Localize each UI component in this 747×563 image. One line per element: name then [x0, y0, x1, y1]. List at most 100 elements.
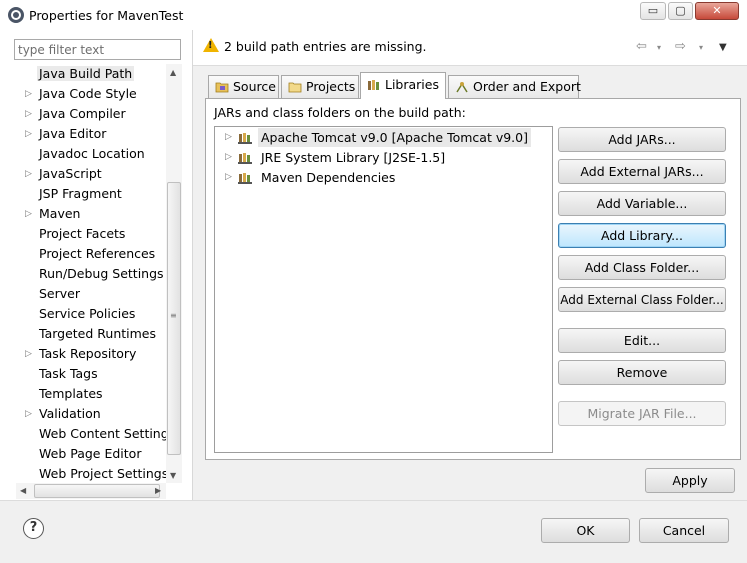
sidebar-item-label: Project References — [39, 246, 156, 261]
sidebar-item-label: Web Content Settings — [39, 426, 166, 441]
sidebar-item[interactable]: Run/Debug Settings — [16, 264, 166, 284]
sidebar-item-label: Javadoc Location — [39, 146, 145, 161]
add-variable-button[interactable]: Add Variable... — [558, 191, 726, 216]
add-jars-button[interactable]: Add JARs... — [558, 127, 726, 152]
grip-icon: ≡ — [170, 311, 177, 320]
close-button[interactable]: ✕ — [695, 2, 739, 20]
sidebar-item[interactable]: Server — [16, 284, 166, 304]
library-entry-tomcat[interactable]: ▷ Apache Tomcat v9.0 [Apache Tomcat v9.0… — [215, 128, 552, 147]
expand-arrow-icon[interactable]: ▷ — [25, 344, 32, 364]
sidebar-item[interactable]: Java Build Path — [16, 64, 166, 84]
expand-arrow-icon[interactable]: ▷ — [225, 148, 232, 167]
expand-arrow-icon[interactable]: ▷ — [25, 204, 32, 224]
expand-arrow-icon[interactable]: ▷ — [25, 164, 32, 184]
expand-arrow-icon[interactable]: ▷ — [225, 128, 232, 147]
ok-button[interactable]: OK — [541, 518, 630, 543]
preference-tree: Java Build Path ▷ Java Code Style ▷ Java Com… — [16, 64, 166, 483]
add-external-class-folder-button[interactable]: Add External Class Folder... — [558, 287, 726, 312]
sidebar-item-label: Maven — [39, 206, 81, 221]
sidebar-item-label: Service Policies — [39, 306, 136, 321]
edit-button[interactable]: Edit... — [558, 328, 726, 353]
library-entry-jre[interactable]: ▷ JRE System Library [J2SE-1.5] — [215, 148, 552, 167]
sidebar-item[interactable]: Project Facets — [16, 224, 166, 244]
expand-arrow-icon[interactable]: ▷ — [25, 404, 32, 424]
cancel-button[interactable]: Cancel — [639, 518, 729, 543]
sidebar-item-label: Validation — [39, 406, 101, 421]
forward-menu-chevron-icon[interactable]: ▾ — [699, 43, 703, 52]
sidebar-item[interactable]: Targeted Runtimes — [16, 324, 166, 344]
window-title: Properties for MavenTest — [29, 8, 184, 23]
sidebar-item[interactable]: JSP Fragment — [16, 184, 166, 204]
add-library-button[interactable]: Add Library... — [558, 223, 726, 248]
library-entry-label: Maven Dependencies — [261, 170, 396, 185]
sidebar-item[interactable]: Web Project Settings — [16, 464, 166, 483]
minimize-button[interactable]: ▭ — [640, 2, 666, 20]
sidebar: Java Build Path ▷ Java Code Style ▷ Java Com… — [0, 30, 192, 500]
dialog-button-bar: ? OK Cancel — [0, 500, 747, 563]
sidebar-item-label: JavaScript — [39, 166, 102, 181]
order-export-icon — [456, 82, 468, 93]
sidebar-item-label: Web Page Editor — [39, 446, 142, 461]
tab-projects[interactable]: Projects — [281, 75, 359, 98]
add-external-jars-button[interactable]: Add External JARs... — [558, 159, 726, 184]
remove-button[interactable]: Remove — [558, 360, 726, 385]
sidebar-item-label: Web Project Settings — [39, 466, 166, 481]
sidebar-item-label: Run/Debug Settings — [39, 266, 164, 281]
libraries-panel: JARs and class folders on the build path… — [205, 98, 741, 460]
library-icon — [238, 133, 252, 144]
sidebar-item[interactable]: ▷ Java Code Style — [16, 84, 166, 104]
maximize-button[interactable]: ▢ — [668, 2, 693, 20]
view-menu-icon[interactable]: ▼ — [719, 42, 727, 53]
library-icon — [368, 80, 379, 90]
title-bar: Properties for MavenTest ▭ ▢ ✕ — [0, 0, 747, 30]
library-tree[interactable]: ▷ Apache Tomcat v9.0 [Apache Tomcat v9.0… — [214, 126, 553, 453]
expand-arrow-icon[interactable]: ▷ — [25, 104, 32, 124]
tab-order-and-export[interactable]: Order and Export — [448, 75, 581, 98]
scroll-right-arrow-icon[interactable]: ▶ — [155, 486, 161, 495]
sidebar-item-label: Java Compiler — [39, 106, 126, 121]
back-menu-chevron-icon[interactable]: ▾ — [657, 43, 661, 52]
library-entry-maven[interactable]: ▷ Maven Dependencies — [215, 168, 552, 187]
expand-arrow-icon[interactable]: ▷ — [25, 124, 32, 144]
filter-input[interactable] — [14, 39, 181, 60]
sidebar-horizontal-scrollbar[interactable]: ◀ ▶ — [16, 483, 166, 499]
library-icon — [238, 153, 252, 164]
scroll-down-arrow-icon[interactable]: ▼ — [170, 471, 176, 480]
sidebar-item[interactable]: ▷ Java Editor — [16, 124, 166, 144]
sidebar-item-label: Task Tags — [39, 366, 98, 381]
sidebar-item[interactable]: ▷ Java Compiler — [16, 104, 166, 124]
message-bar: ! 2 build path entries are missing. ⇦ ▾ … — [193, 30, 747, 66]
sidebar-item[interactable]: Web Content Settings — [16, 424, 166, 444]
scroll-up-arrow-icon[interactable]: ▲ — [170, 68, 176, 77]
sidebar-item[interactable]: Service Policies — [16, 304, 166, 324]
sidebar-item[interactable]: ▷ Validation — [16, 404, 166, 424]
sidebar-item-label: Java Editor — [39, 126, 107, 141]
sidebar-item[interactable]: ▷ Maven — [16, 204, 166, 224]
horizontal-scroll-thumb[interactable] — [34, 484, 160, 498]
sidebar-item[interactable]: Templates — [16, 384, 166, 404]
migrate-jar-button[interactable]: Migrate JAR File... — [558, 401, 726, 426]
scroll-left-arrow-icon[interactable]: ◀ — [20, 486, 26, 495]
expand-arrow-icon[interactable]: ▷ — [25, 84, 32, 104]
source-folder-icon — [215, 82, 229, 93]
sidebar-item[interactable]: Web Page Editor — [16, 444, 166, 464]
sidebar-item-label: Task Repository — [39, 346, 137, 361]
tab-source-label: Source — [233, 79, 276, 94]
sidebar-item[interactable]: ▷ Task Repository — [16, 344, 166, 364]
back-arrow-icon[interactable]: ⇦ — [636, 39, 647, 54]
sidebar-item[interactable]: Project References — [16, 244, 166, 264]
tab-source[interactable]: Source — [208, 75, 279, 98]
expand-arrow-icon[interactable]: ▷ — [225, 168, 232, 187]
sidebar-item-label: Templates — [39, 386, 103, 401]
apply-button[interactable]: Apply — [645, 468, 735, 493]
sidebar-item-label: Server — [39, 286, 80, 301]
sidebar-item[interactable]: Task Tags — [16, 364, 166, 384]
help-icon[interactable]: ? — [23, 518, 44, 539]
sidebar-item[interactable]: Javadoc Location — [16, 144, 166, 164]
build-path-content: Source Projects Libraries Order and Expo… — [193, 67, 747, 500]
sidebar-vertical-scrollbar[interactable]: ▲ ≡ ▼ — [166, 64, 182, 483]
add-class-folder-button[interactable]: Add Class Folder... — [558, 255, 726, 280]
forward-arrow-icon[interactable]: ⇨ — [675, 39, 686, 54]
tab-libraries[interactable]: Libraries — [360, 72, 446, 99]
sidebar-item[interactable]: ▷ JavaScript — [16, 164, 166, 184]
